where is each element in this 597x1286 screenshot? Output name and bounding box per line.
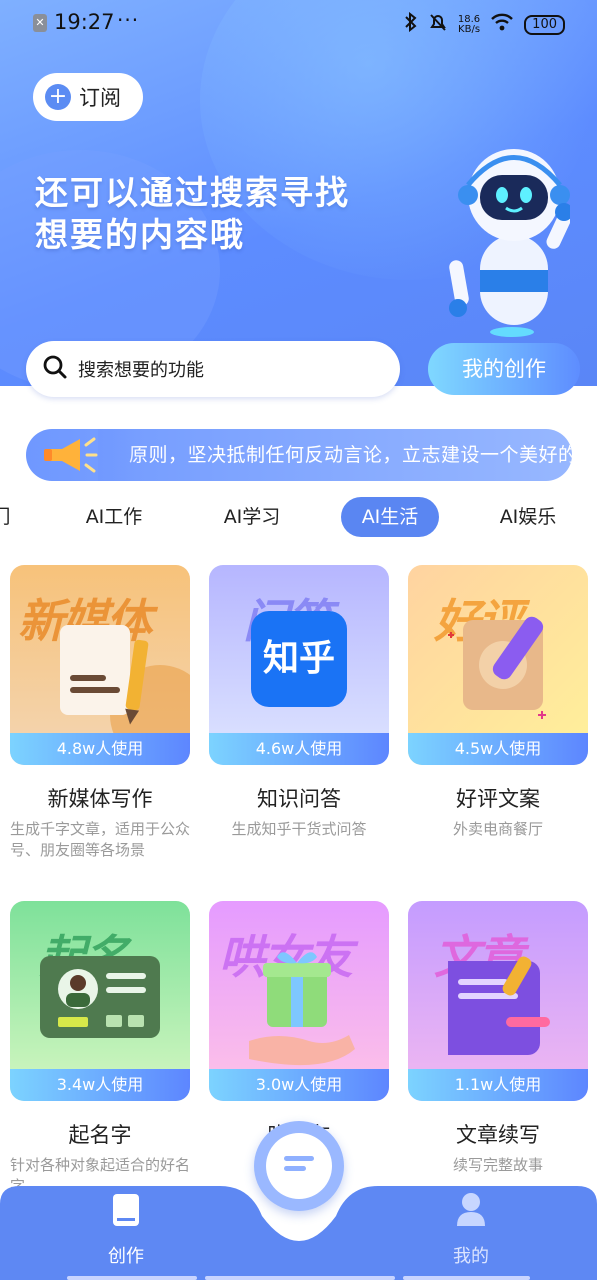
usage-badge: 4.5w人使用 [408, 733, 588, 765]
subscribe-button[interactable]: + 订阅 [33, 73, 143, 121]
search-icon [42, 354, 68, 384]
category-tabs: 门 AI工作 AI学习 AI生活 AI娱乐 [0, 497, 597, 539]
mute-bell-icon [428, 12, 448, 37]
card-description: 生成千字文章，适用于公众号、朋友圈等各场景 [10, 820, 191, 859]
chat-icon [282, 1154, 316, 1178]
tab-partial[interactable]: 门 [0, 497, 16, 537]
subscribe-label: 订阅 [79, 86, 121, 110]
tab-ai-work[interactable]: AI工作 [74, 497, 154, 537]
zhihu-logo: 知乎 [251, 611, 347, 707]
card-description: 续写完整故事 [452, 1156, 543, 1174]
search-input[interactable]: 搜索想要的功能 [26, 341, 400, 397]
nav-create-label: 创作 [108, 1246, 144, 1267]
notification-app-icon: ✕ [33, 14, 47, 32]
usage-badge: 4.8w人使用 [10, 733, 190, 765]
status-bar: ✕ 19:27 ··· 18.6 KB/s 100 [0, 0, 597, 46]
robot-mascot-image [440, 140, 573, 340]
tab-ai-entertainment[interactable]: AI娱乐 [488, 497, 568, 537]
card-title: 起名字 [68, 1123, 132, 1147]
hero-title: 还可以通过搜索寻找 想要的内容哦 [35, 173, 350, 254]
usage-badge: 4.6w人使用 [209, 733, 389, 765]
network-speed: 18.6 KB/s [457, 13, 481, 35]
wifi-icon [490, 13, 514, 36]
gesture-bar [403, 1276, 530, 1280]
tab-ai-life[interactable]: AI生活 [341, 497, 439, 537]
card-description: 外卖电商餐厅 [452, 820, 543, 838]
status-more-icon: ··· [117, 8, 140, 32]
card-description: 生成知乎干货式问答 [231, 820, 367, 838]
user-icon [455, 1192, 487, 1232]
nav-mine-label: 我的 [453, 1246, 489, 1267]
document-icon [111, 1192, 141, 1232]
notice-bar[interactable]: 原则，坚决抵制任何反动言论，立志建设一个美好的 [26, 429, 572, 481]
gesture-bar [205, 1276, 395, 1280]
card-title: 好评文案 [456, 787, 540, 811]
bluetooth-icon [404, 11, 418, 37]
notice-fade [98, 429, 138, 481]
megaphone-icon [40, 435, 98, 475]
plus-icon: + [45, 84, 71, 110]
search-placeholder: 搜索想要的功能 [78, 360, 204, 381]
usage-badge: 3.4w人使用 [10, 1069, 190, 1101]
usage-badge: 3.0w人使用 [209, 1069, 389, 1101]
my-creation-button[interactable]: 我的创作 [428, 343, 580, 395]
battery-indicator: 100 [524, 14, 565, 35]
chat-fab-button[interactable] [254, 1121, 344, 1211]
card-title: 文章续写 [456, 1123, 540, 1147]
usage-badge: 1.1w人使用 [408, 1069, 588, 1101]
gesture-bar [67, 1276, 197, 1280]
card-title: 知识问答 [257, 787, 341, 811]
card-title: 新媒体写作 [47, 787, 153, 811]
tab-ai-study[interactable]: AI学习 [212, 497, 292, 537]
hero-banner: ✕ 19:27 ··· 18.6 KB/s 100 + 订阅 还可以通过搜索寻找 … [0, 0, 597, 390]
chat-fab-inner [266, 1133, 332, 1199]
notice-text: 原则，坚决抵制任何反动言论，立志建设一个美好的 [129, 444, 572, 466]
status-time: 19:27 [54, 10, 115, 34]
